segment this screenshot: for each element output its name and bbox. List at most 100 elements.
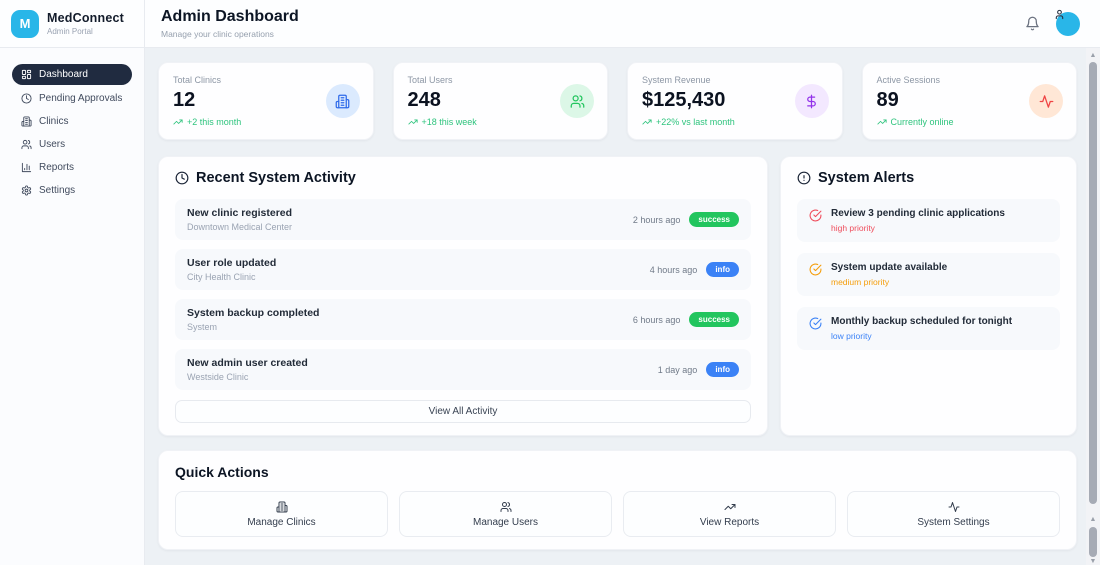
stat-change: Currently online	[876, 117, 1063, 127]
status-badge: info	[706, 262, 739, 277]
quick-actions-title: Quick Actions	[175, 464, 269, 480]
stat-change: +18 this week	[407, 117, 594, 127]
brand-name: MedConnect	[47, 11, 124, 25]
sidebar-item-label: Dashboard	[39, 69, 88, 80]
alert-item[interactable]: Review 3 pending clinic applications hig…	[797, 199, 1060, 242]
brand: M MedConnect Admin Portal	[0, 0, 144, 48]
alert-priority: low priority	[831, 331, 872, 341]
scrollbar-thumb[interactable]	[1089, 62, 1097, 504]
scrollbar-thumb[interactable]	[1089, 527, 1097, 557]
check-circle-icon	[809, 317, 822, 330]
middle-row: Recent System Activity New clinic regist…	[158, 156, 1077, 436]
stat-change: +2 this month	[173, 117, 359, 127]
system-alerts-panel: System Alerts Review 3 pending clinic ap…	[780, 156, 1077, 436]
users-icon	[500, 501, 511, 512]
page-title: Admin Dashboard	[161, 8, 299, 25]
activity-row: New admin user created Westside Clinic 1…	[175, 349, 751, 390]
system-alerts-title: System Alerts	[797, 170, 1060, 186]
activity-time: 2 hours ago	[632, 214, 681, 225]
view-reports-button[interactable]: View Reports	[623, 491, 836, 537]
sidebar-item-settings[interactable]: Settings	[12, 181, 132, 200]
view-all-activity-button[interactable]: View All Activity	[175, 400, 751, 423]
clock-icon	[175, 171, 189, 185]
sidebar-item-pending-approvals[interactable]: Pending Approvals	[12, 89, 132, 108]
manage-clinics-button[interactable]: Manage Clinics	[175, 491, 388, 537]
brand-subtitle: Admin Portal	[47, 27, 93, 36]
sidebar-item-label: Clinics	[39, 116, 69, 127]
gear-icon	[21, 185, 32, 196]
activity-list: New clinic registered Downtown Medical C…	[175, 199, 751, 390]
vertical-scrollbar[interactable]: ▲ ▲ ▼	[1086, 48, 1100, 565]
dollar-sign-icon	[794, 84, 829, 118]
stat-label: Active Sessions	[876, 75, 941, 85]
system-settings-button[interactable]: System Settings	[847, 491, 1060, 537]
bell-icon[interactable]	[1025, 16, 1040, 31]
sidebar-item-dashboard[interactable]: Dashboard	[12, 64, 132, 85]
quick-actions-grid: Manage Clinics Manage Users View Reports…	[175, 491, 1060, 537]
building-icon	[21, 116, 32, 127]
trending-up-icon	[173, 119, 183, 125]
stat-label: Total Clinics	[173, 75, 222, 85]
page-header: Admin Dashboard Manage your clinic opera…	[145, 0, 1100, 48]
alert-priority: high priority	[831, 223, 875, 233]
trending-up-icon	[407, 119, 418, 125]
stats-row: Total Clinics 12 +2 this month Total Use…	[158, 62, 1077, 140]
alert-priority: medium priority	[831, 277, 890, 287]
quick-actions-panel: Quick Actions Manage Clinics Manage User…	[158, 450, 1077, 550]
trending-up-icon	[876, 119, 887, 125]
stat-card-system-revenue: System Revenue $125,430 +22% vs last mon…	[627, 62, 843, 140]
sidebar-item-label: Reports	[39, 162, 75, 173]
scroll-down-arrow[interactable]: ▼	[1086, 558, 1100, 565]
trending-up-icon	[642, 119, 652, 125]
stat-label: Total Users	[407, 75, 453, 85]
activity-time: 4 hours ago	[649, 264, 698, 275]
sidebar-item-label: Settings	[39, 185, 76, 196]
stat-card-total-clinics: Total Clinics 12 +2 this month	[158, 62, 374, 140]
alert-text: Review 3 pending clinic applications	[831, 208, 1005, 219]
stat-card-active-sessions: Active Sessions 89 Currently online	[861, 62, 1077, 140]
alert-text: System update available	[831, 262, 948, 273]
scroll-up-arrow[interactable]: ▲	[1086, 52, 1100, 60]
alert-text: Monthly backup scheduled for tonight	[831, 316, 1013, 327]
activity-row: User role updated City Health Clinic 4 h…	[175, 249, 751, 290]
recent-activity-panel: Recent System Activity New clinic regist…	[158, 156, 768, 436]
activity-row: New clinic registered Downtown Medical C…	[175, 199, 751, 240]
activity-icon	[948, 501, 959, 512]
activity-subtitle: City Health Clinic	[187, 272, 256, 282]
building-icon	[276, 501, 287, 512]
alerts-list: Review 3 pending clinic applications hig…	[797, 199, 1060, 350]
scroll-up-arrow[interactable]: ▲	[1086, 516, 1100, 524]
clock-icon	[21, 93, 32, 104]
sidebar-item-label: Users	[39, 139, 66, 150]
activity-row: System backup completed System 6 hours a…	[175, 299, 751, 340]
check-circle-icon	[809, 263, 822, 276]
user-icon	[1055, 9, 1064, 19]
alert-circle-icon	[797, 171, 811, 185]
status-badge: success	[689, 312, 739, 327]
users-icon	[560, 84, 594, 118]
activity-time: 6 hours ago	[632, 314, 681, 325]
content-area: Total Clinics 12 +2 this month Total Use…	[145, 48, 1100, 565]
sidebar-item-clinics[interactable]: Clinics	[12, 112, 132, 131]
activity-time: 1 day ago	[657, 364, 698, 375]
status-badge: info	[706, 362, 739, 377]
alert-item[interactable]: System update available medium priority	[797, 253, 1060, 296]
activity-title: New admin user created	[187, 357, 308, 369]
sidebar-item-users[interactable]: Users	[12, 135, 132, 154]
activity-subtitle: System	[187, 322, 218, 332]
user-avatar[interactable]	[1055, 9, 1080, 36]
activity-subtitle: Downtown Medical Center	[187, 222, 293, 232]
check-circle-icon	[809, 209, 822, 222]
activity-title: New clinic registered	[187, 207, 293, 219]
activity-subtitle: Westside Clinic	[187, 372, 249, 382]
stat-label: System Revenue	[642, 75, 711, 85]
stat-change: +22% vs last month	[642, 117, 828, 127]
bar-chart-icon	[21, 162, 32, 173]
manage-users-button[interactable]: Manage Users	[399, 491, 612, 537]
users-icon	[21, 139, 32, 150]
alert-item[interactable]: Monthly backup scheduled for tonight low…	[797, 307, 1060, 350]
building-icon	[325, 84, 360, 118]
trending-up-icon	[724, 503, 735, 510]
sidebar-item-reports[interactable]: Reports	[12, 158, 132, 177]
page-subtitle: Manage your clinic operations	[161, 29, 274, 39]
